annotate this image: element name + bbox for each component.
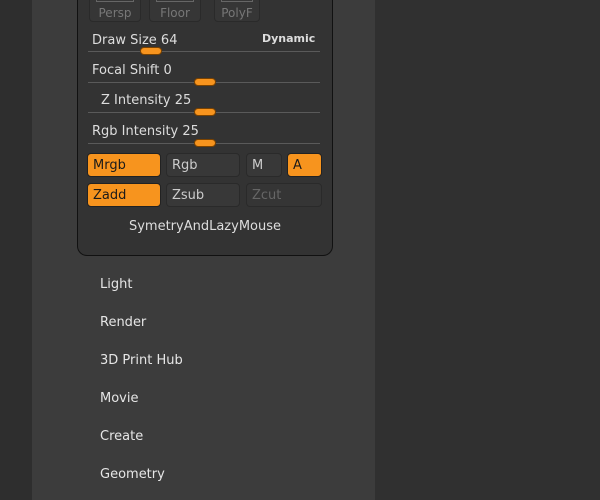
menu-create[interactable]: Create — [100, 429, 143, 444]
rgb-intensity-thumb[interactable] — [194, 139, 216, 147]
symmetry-lazymouse-subpalette[interactable]: SymetryAndLazyMouse — [78, 219, 332, 234]
zcut-button[interactable]: Zcut — [246, 183, 322, 207]
value: 25 — [182, 124, 199, 139]
value: 64 — [160, 33, 178, 48]
floor-label: Floor — [160, 6, 190, 20]
mrgb-button[interactable]: Mrgb — [87, 153, 161, 177]
draw-size-slider[interactable] — [88, 51, 320, 52]
rgb-intensity-slider-label: Rgb Intensity 25 — [92, 124, 199, 139]
label: Focal Shift — [92, 63, 160, 78]
polyf-button[interactable]: PolyF — [214, 0, 260, 22]
draw-size-slider-label: Draw Size 64 — [92, 33, 177, 48]
zadd-button[interactable]: Zadd — [87, 183, 161, 207]
a-button[interactable]: A — [287, 153, 322, 177]
zsub-button[interactable]: Zsub — [166, 183, 240, 207]
polyf-icon — [221, 0, 253, 2]
rgb-button[interactable]: Rgb — [166, 153, 240, 177]
value: 0 — [163, 63, 172, 78]
value: 25 — [174, 93, 192, 108]
left-strip — [0, 0, 32, 500]
menu-render[interactable]: Render — [100, 315, 146, 330]
focal-shift-slider-label: Focal Shift 0 — [92, 63, 172, 78]
z-intensity-thumb[interactable] — [194, 108, 216, 116]
dynamic-toggle[interactable]: Dynamic — [262, 32, 315, 45]
persp-button[interactable]: Persp — [89, 0, 141, 22]
label: Z Intensity — [101, 93, 171, 108]
floor-icon — [156, 0, 194, 2]
m-button[interactable]: M — [246, 153, 282, 177]
label: Draw Size — [92, 33, 157, 48]
z-intensity-slider-label: Z Intensity 25 — [101, 93, 191, 108]
persp-label: Persp — [98, 6, 132, 20]
focal-shift-thumb[interactable] — [194, 78, 216, 86]
polyf-label: PolyF — [221, 6, 253, 20]
menu-movie[interactable]: Movie — [100, 391, 138, 406]
persp-icon — [96, 0, 134, 2]
draw-size-thumb[interactable] — [140, 47, 162, 55]
menu-light[interactable]: Light — [100, 277, 132, 292]
menu-3d-print-hub[interactable]: 3D Print Hub — [100, 353, 183, 368]
floor-button[interactable]: Floor — [149, 0, 201, 22]
menu-geometry[interactable]: Geometry — [100, 467, 165, 482]
label: Rgb Intensity — [92, 124, 179, 139]
